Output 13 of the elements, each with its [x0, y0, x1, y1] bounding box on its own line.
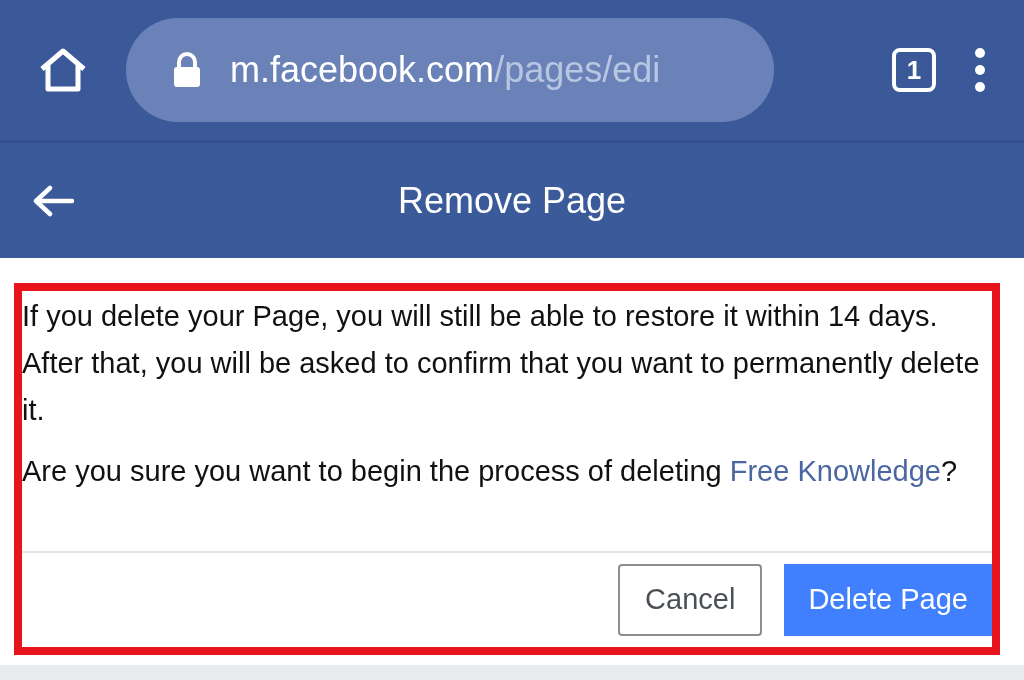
home-icon[interactable]: [38, 47, 88, 93]
lock-icon: [172, 52, 202, 88]
delete-page-button[interactable]: Delete Page: [784, 564, 992, 636]
tab-count[interactable]: 1: [892, 48, 936, 92]
page-link[interactable]: Free Knowledge: [729, 455, 941, 487]
address-bar[interactable]: m.facebook.com/pages/edi: [126, 18, 774, 122]
menu-icon[interactable]: [974, 47, 986, 93]
cancel-button[interactable]: Cancel: [618, 564, 763, 636]
page-title: Remove Page: [397, 178, 627, 223]
back-arrow-icon[interactable]: [32, 185, 74, 217]
dialog-text: If you delete your Page, you will still be able to restore it within 14 days. After that, you will be asked to confirm that you want to permanently delete it.: [22, 299, 981, 428]
url-text: m.facebook.com/pages/edi: [230, 48, 661, 92]
dialog-question: Are you sure you want to begin the process of deleting Free Knowledge?: [22, 454, 959, 489]
